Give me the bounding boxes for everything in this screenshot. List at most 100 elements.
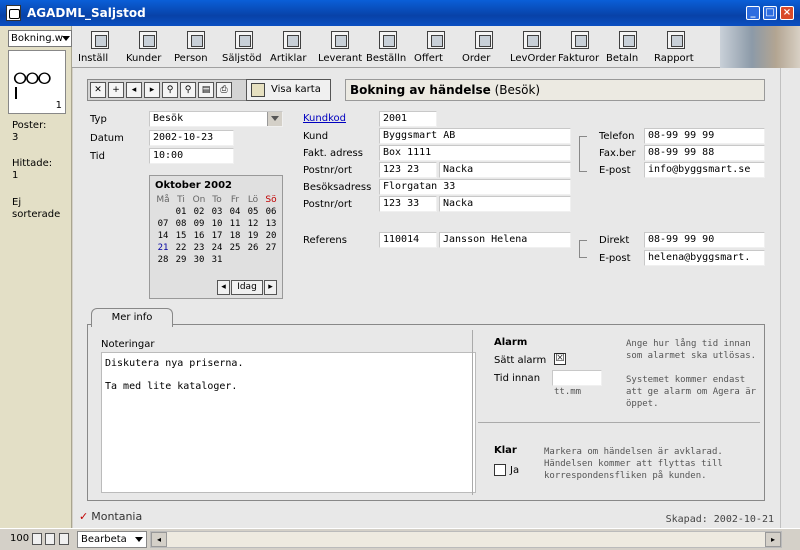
- tid-field[interactable]: 10:00: [149, 148, 234, 164]
- book-slider[interactable]: [15, 87, 17, 99]
- today-button[interactable]: Idag: [231, 280, 263, 295]
- typ-select[interactable]: Besök: [149, 111, 283, 127]
- search-icon[interactable]: ⚲: [162, 82, 178, 98]
- print-icon[interactable]: ⎙: [216, 82, 232, 98]
- besoksadress-field[interactable]: Florgatan 33: [379, 179, 571, 195]
- status-toggle-icon[interactable]: [59, 533, 69, 545]
- toolbar-button-9[interactable]: LevOrder: [510, 28, 556, 66]
- calendar-day[interactable]: [262, 254, 280, 266]
- scroll-right-icon[interactable]: ▸: [765, 532, 781, 547]
- toolbar-button-7[interactable]: Offert: [414, 28, 458, 66]
- datum-field[interactable]: 2002-10-23: [149, 130, 234, 146]
- calendar-day[interactable]: 02: [190, 206, 208, 218]
- maximize-button[interactable]: □: [763, 6, 777, 20]
- scroll-left-icon[interactable]: ◂: [151, 532, 167, 547]
- zoom-out-icon[interactable]: [32, 533, 42, 545]
- calendar-day[interactable]: 27: [262, 242, 280, 254]
- calendar-day[interactable]: 13: [262, 218, 280, 230]
- calendar-day[interactable]: 04: [226, 206, 244, 218]
- tid-innan-field[interactable]: [552, 370, 602, 386]
- notes-textarea[interactable]: Diskutera nya priserna. Ta med lite kata…: [101, 352, 476, 493]
- calendar-day[interactable]: 09: [190, 218, 208, 230]
- tab-mer-info[interactable]: Mer info: [91, 308, 173, 327]
- delete-record-icon[interactable]: ✕: [90, 82, 106, 98]
- calendar-day[interactable]: 20: [262, 230, 280, 242]
- vertical-scrollbar[interactable]: [780, 68, 800, 528]
- horizontal-scrollbar[interactable]: ◂ ▸: [150, 531, 782, 548]
- previous-month-icon[interactable]: ◂: [217, 280, 230, 295]
- kundkod-field[interactable]: 2001: [379, 111, 437, 127]
- layout-select[interactable]: Bokning.w: [8, 30, 72, 47]
- calendar-day[interactable]: 07: [154, 218, 172, 230]
- calendar-day[interactable]: 29: [172, 254, 190, 266]
- zoom-in-icon[interactable]: [45, 533, 55, 545]
- kund-field[interactable]: Byggsmart AB: [379, 128, 571, 144]
- calendar-day[interactable]: 30: [190, 254, 208, 266]
- calendar-day[interactable]: 21: [154, 242, 172, 254]
- calendar-day[interactable]: [244, 254, 262, 266]
- toolbar-button-11[interactable]: Betaln: [606, 28, 650, 66]
- calendar-day[interactable]: 15: [172, 230, 190, 242]
- minimize-button[interactable]: _: [746, 6, 760, 20]
- calendar-day[interactable]: 03: [208, 206, 226, 218]
- previous-record-icon[interactable]: ◂: [126, 82, 142, 98]
- calendar-day[interactable]: 28: [154, 254, 172, 266]
- klar-checkbox[interactable]: [494, 464, 506, 476]
- chevron-down-icon[interactable]: [267, 112, 282, 126]
- fax-field[interactable]: 08-99 99 88: [644, 145, 765, 161]
- calendar-day[interactable]: 12: [244, 218, 262, 230]
- list-view-icon[interactable]: ▤: [198, 82, 214, 98]
- find-all-icon[interactable]: ⚲: [180, 82, 196, 98]
- calendar-day[interactable]: 22: [172, 242, 190, 254]
- show-map-button[interactable]: Visa karta: [246, 79, 331, 101]
- toolbar-button-8[interactable]: Order: [462, 28, 506, 66]
- fakt-adress-field[interactable]: Box 1111: [379, 145, 571, 161]
- record-book[interactable]: ⵔⵔⵔ 1: [8, 50, 66, 114]
- besok-postnr-field[interactable]: 123 33: [379, 196, 437, 212]
- toolbar-button-4[interactable]: Artiklar: [270, 28, 314, 66]
- toolbar-button-3[interactable]: Säljstöd: [222, 28, 266, 66]
- calendar-day[interactable]: 08: [172, 218, 190, 230]
- calendar-day[interactable]: 06: [262, 206, 280, 218]
- epost-field[interactable]: info@byggsmart.se: [644, 162, 765, 178]
- calendar-day[interactable]: 25: [226, 242, 244, 254]
- referens-code-field[interactable]: 110014: [379, 232, 437, 248]
- toolbar-button-1[interactable]: Kunder: [126, 28, 170, 66]
- calendar-day[interactable]: 16: [190, 230, 208, 242]
- next-record-icon[interactable]: ▸: [144, 82, 160, 98]
- new-record-icon[interactable]: +: [108, 82, 124, 98]
- telefon-field[interactable]: 08-99 99 99: [644, 128, 765, 144]
- besok-ort-field[interactable]: Nacka: [439, 196, 571, 212]
- calendar-day[interactable]: 18: [226, 230, 244, 242]
- mode-select[interactable]: Bearbeta: [77, 531, 147, 548]
- referens-epost-field[interactable]: helena@byggsmart.: [644, 250, 765, 266]
- ort-field[interactable]: Nacka: [439, 162, 571, 178]
- calendar-day[interactable]: 10: [208, 218, 226, 230]
- direkt-field[interactable]: 08-99 99 90: [644, 232, 765, 248]
- calendar-day[interactable]: 01: [172, 206, 190, 218]
- toolbar-button-12[interactable]: Rapport: [654, 28, 698, 66]
- calendar-day[interactable]: 31: [208, 254, 226, 266]
- close-button[interactable]: ×: [780, 6, 794, 20]
- calendar-day[interactable]: 19: [244, 230, 262, 242]
- toolbar-button-6[interactable]: Beställn: [366, 28, 410, 66]
- calendar-day[interactable]: 11: [226, 218, 244, 230]
- calendar-day[interactable]: 17: [208, 230, 226, 242]
- calendar-day[interactable]: 26: [244, 242, 262, 254]
- calendar-day[interactable]: [154, 206, 172, 218]
- toolbar-button-0[interactable]: Inställ: [78, 28, 122, 66]
- next-month-icon[interactable]: ▸: [264, 280, 277, 295]
- calendar-day[interactable]: 24: [208, 242, 226, 254]
- calendar-day[interactable]: 14: [154, 230, 172, 242]
- zoom-level[interactable]: 100: [10, 533, 29, 544]
- referens-name-field[interactable]: Jansson Helena: [439, 232, 571, 248]
- calendar-day[interactable]: 23: [190, 242, 208, 254]
- satt-alarm-checkbox[interactable]: ☒: [554, 353, 566, 365]
- kundkod-link[interactable]: Kundkod: [303, 113, 346, 124]
- toolbar-button-5[interactable]: Leverant: [318, 28, 362, 66]
- toolbar-button-2[interactable]: Person: [174, 28, 218, 66]
- calendar-day[interactable]: [226, 254, 244, 266]
- postnr-field[interactable]: 123 23: [379, 162, 437, 178]
- calendar-day[interactable]: 05: [244, 206, 262, 218]
- toolbar-button-10[interactable]: Fakturor: [558, 28, 602, 66]
